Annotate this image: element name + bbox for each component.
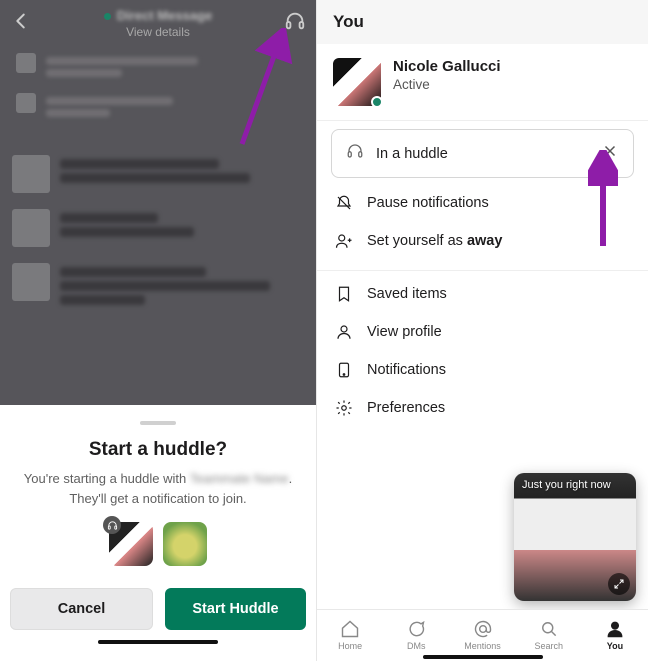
profile-avatar — [333, 58, 381, 106]
start-huddle-button[interactable]: Start Huddle — [165, 588, 306, 630]
sheet-subtitle: You're starting a huddle with Teammate N… — [10, 469, 306, 508]
tab-dms[interactable]: DMs — [383, 619, 449, 651]
sheet-title: Start a huddle? — [10, 439, 306, 461]
header-subtitle[interactable]: View details — [104, 25, 212, 39]
header-title-blurred: Direct Message — [117, 8, 212, 23]
presence-active-dot — [371, 96, 383, 108]
expand-icon[interactable] — [608, 573, 630, 595]
tab-search[interactable]: Search — [516, 619, 582, 651]
profile-card[interactable]: Nicole Gallucci Active — [317, 44, 648, 121]
tab-you[interactable]: You — [582, 619, 648, 651]
headphones-icon — [346, 142, 364, 165]
view-profile-item[interactable]: View profile — [331, 313, 634, 351]
saved-items-item[interactable]: Saved items — [331, 275, 634, 313]
preferences-item[interactable]: Preferences — [331, 389, 634, 427]
home-indicator — [423, 655, 543, 659]
profile-name: Nicole Gallucci — [393, 58, 501, 75]
start-huddle-sheet: Start a huddle? You're starting a huddle… — [0, 405, 316, 661]
avatar-other — [163, 522, 207, 566]
clear-status-close-icon[interactable] — [601, 142, 619, 165]
tab-home[interactable]: Home — [317, 619, 383, 651]
conversation-header: Direct Message View details — [0, 0, 316, 47]
headphones-badge-icon — [103, 516, 121, 534]
notifications-item[interactable]: Notifications — [331, 351, 634, 389]
you-header: You — [317, 0, 648, 44]
cancel-button[interactable]: Cancel — [10, 588, 153, 630]
profile-status: Active — [393, 77, 501, 92]
set-away-item[interactable]: Set yourself as away — [331, 222, 634, 260]
huddle-pip-video[interactable]: Just you right now — [514, 473, 636, 601]
huddle-participants — [10, 522, 306, 566]
left-phone-screen: Direct Message View details Start a hudd… — [0, 0, 316, 661]
pause-notifications-item[interactable]: Pause notifications — [331, 184, 634, 222]
right-phone-screen: You Nicole Gallucci Active In a huddle P… — [316, 0, 648, 661]
status-chip-huddle[interactable]: In a huddle — [331, 129, 634, 178]
bottom-tab-bar: Home DMs Mentions Search You — [317, 609, 648, 661]
back-chevron-icon[interactable] — [10, 10, 32, 37]
headphones-icon[interactable] — [284, 10, 306, 37]
pip-label: Just you right now — [514, 473, 636, 497]
sheet-drag-handle[interactable] — [140, 421, 176, 425]
status-chip-label: In a huddle — [376, 146, 589, 162]
tab-mentions[interactable]: Mentions — [449, 619, 515, 651]
dimmed-conversation-background: Direct Message View details — [0, 0, 316, 405]
home-indicator — [98, 640, 218, 644]
